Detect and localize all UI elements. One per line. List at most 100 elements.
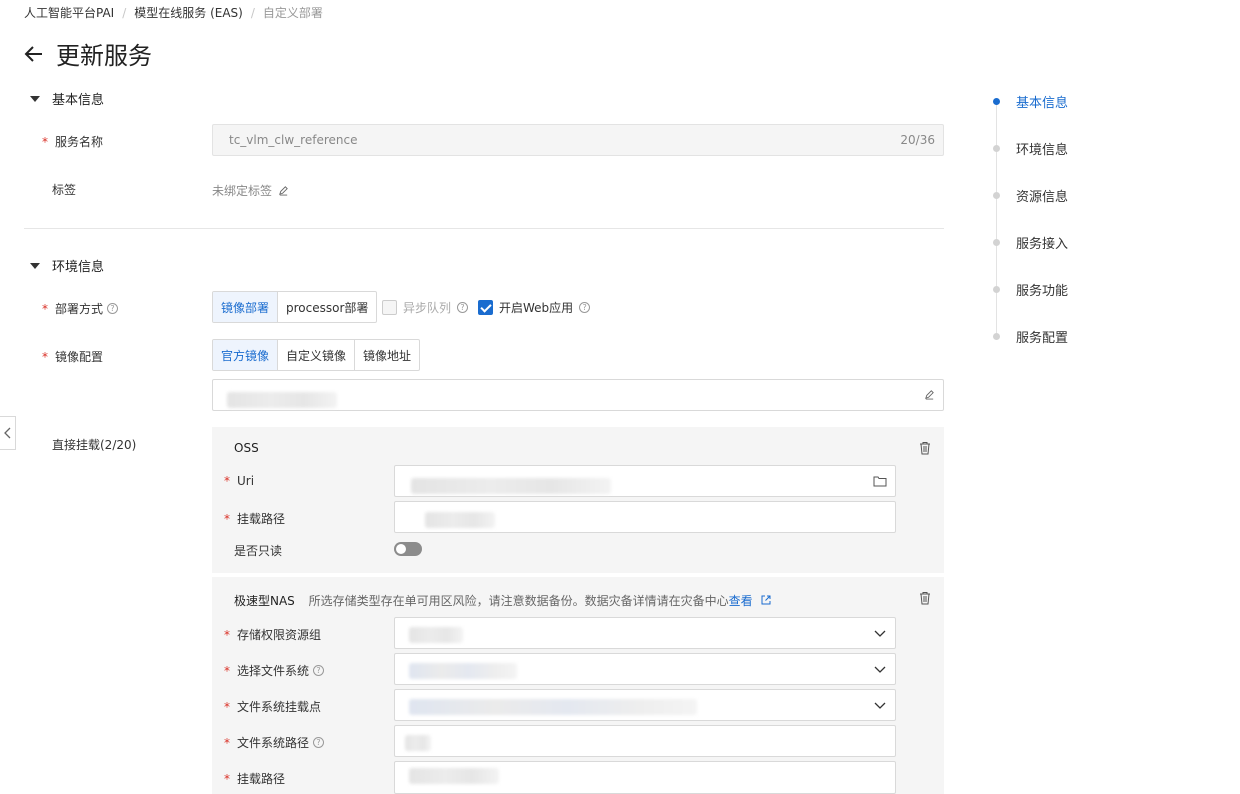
nas-mount-point-label-text: 文件系统挂载点	[237, 700, 322, 714]
nas-fs-path-label-text: 文件系统路径	[237, 736, 310, 750]
nas-view-link[interactable]: 查看	[729, 594, 753, 608]
folder-icon[interactable]	[873, 474, 887, 488]
breadcrumb-item-current: 自定义部署	[262, 6, 323, 20]
anchor-resource[interactable]: 资源信息	[990, 186, 1068, 205]
nas-fs-label: * 选择文件系统 ?	[224, 662, 325, 679]
oss-uri-input[interactable]	[394, 465, 896, 497]
deploy-option-processor[interactable]: processor部署	[278, 292, 376, 322]
async-queue-checkbox[interactable]: 异步队列 ?	[382, 299, 469, 316]
redacted-value	[409, 699, 697, 715]
help-icon[interactable]: ?	[313, 737, 325, 748]
redacted-value	[425, 512, 495, 528]
oss-uri-label-text: Uri	[237, 474, 255, 488]
chevron-down-icon	[874, 702, 886, 709]
nas-perm-group-label-text: 存储权限资源组	[237, 628, 322, 642]
breadcrumb-separator: /	[122, 5, 127, 20]
nas-mount-path-label: * 挂载路径	[224, 770, 285, 787]
anchor-dot	[993, 98, 1000, 105]
oss-mount-path-label-text: 挂载路径	[237, 512, 286, 526]
mount-label: 直接挂载(2/20)	[52, 438, 137, 452]
anchor-dot	[993, 192, 1000, 199]
anchor-access[interactable]: 服务接入	[990, 233, 1068, 252]
nas-fs-label-text: 选择文件系统	[237, 664, 310, 678]
redacted-value	[405, 735, 431, 751]
anchor-env[interactable]: 环境信息	[990, 139, 1068, 158]
anchor-nav-line	[996, 100, 997, 336]
nas-perm-group-select[interactable]	[394, 617, 896, 649]
section-env-title: 环境信息	[52, 260, 105, 275]
deploy-method-label-text: 部署方式	[55, 302, 104, 316]
nas-mount-point-select[interactable]	[394, 689, 896, 721]
required-mark: *	[224, 474, 230, 488]
required-mark: *	[224, 663, 230, 678]
anchor-label: 资源信息	[1016, 190, 1069, 205]
breadcrumb-item-eas[interactable]: 模型在线服务 (EAS)	[134, 4, 243, 21]
help-icon[interactable]: ?	[107, 303, 119, 314]
required-mark: *	[224, 735, 230, 750]
service-name-input: tc_vlm_clw_reference 20/36	[212, 124, 944, 156]
oss-mount-path-input[interactable]	[394, 501, 896, 533]
help-icon[interactable]: ?	[457, 302, 469, 313]
image-option-official[interactable]: 官方镜像	[213, 340, 279, 370]
required-mark: *	[42, 134, 48, 149]
tags-value-text: 未绑定标签	[212, 184, 273, 198]
image-config-label-text: 镜像配置	[55, 350, 104, 364]
image-option-address[interactable]: 镜像地址	[355, 340, 419, 370]
image-config-label: * 镜像配置	[42, 348, 103, 365]
anchor-config[interactable]: 服务配置	[990, 327, 1068, 346]
oss-readonly-switch[interactable]	[394, 542, 422, 556]
nas-fs-select[interactable]	[394, 653, 896, 685]
image-option-custom[interactable]: 自定义镜像	[278, 340, 356, 370]
required-mark: *	[224, 627, 230, 642]
collapse-panel-tab[interactable]	[0, 416, 16, 450]
oss-mount-panel: OSS * Uri * 挂载路径 是否只读	[212, 427, 944, 573]
anchor-features[interactable]: 服务功能	[990, 280, 1068, 299]
service-name-label: * 服务名称	[42, 133, 103, 150]
required-mark: *	[224, 699, 230, 714]
deploy-option-image[interactable]: 镜像部署	[213, 292, 279, 322]
checkbox-checked	[478, 300, 493, 315]
redacted-value	[409, 768, 499, 784]
nas-fs-path-label: * 文件系统路径 ?	[224, 734, 325, 751]
trash-icon[interactable]	[918, 591, 932, 605]
anchor-dot	[993, 239, 1000, 246]
nas-risk-note: 所选存储类型存在单可用区风险，请注意数据备份。数据灾备详情请在灾备中心	[308, 594, 729, 608]
title-row: 更新服务	[22, 36, 152, 71]
image-select-input[interactable]	[212, 379, 944, 411]
required-mark: *	[224, 771, 230, 786]
nas-panel-title: 极速型NAS	[234, 594, 295, 608]
anchor-label: 服务接入	[1016, 237, 1069, 252]
section-basic-header[interactable]: 基本信息	[30, 89, 104, 108]
section-divider	[24, 228, 944, 229]
anchor-dot	[993, 145, 1000, 152]
service-name-label-text: 服务名称	[55, 135, 104, 149]
section-env-header[interactable]: 环境信息	[30, 256, 104, 275]
web-app-label: 开启Web应用	[499, 301, 574, 315]
anchor-basic[interactable]: 基本信息	[990, 92, 1068, 111]
edit-icon[interactable]	[278, 185, 289, 196]
async-queue-label: 异步队列	[403, 301, 452, 315]
redacted-value	[409, 663, 517, 679]
anchor-dot	[993, 333, 1000, 340]
trash-icon[interactable]	[918, 441, 932, 455]
anchor-dot	[993, 286, 1000, 293]
edit-icon[interactable]	[924, 389, 935, 400]
breadcrumb-separator: /	[250, 5, 255, 20]
nas-mount-path-input[interactable]	[394, 761, 896, 794]
anchor-label: 服务配置	[1016, 331, 1069, 346]
anchor-label: 环境信息	[1016, 143, 1069, 158]
nas-fs-path-input[interactable]	[394, 725, 896, 757]
help-icon[interactable]: ?	[579, 302, 591, 313]
external-link-icon[interactable]	[761, 595, 771, 605]
oss-uri-label: * Uri	[224, 474, 254, 488]
tags-value: 未绑定标签	[212, 182, 289, 199]
redacted-value	[409, 627, 463, 643]
nas-perm-group-label: * 存储权限资源组	[224, 626, 321, 643]
help-icon[interactable]: ?	[313, 665, 325, 676]
anchor-label: 基本信息	[1016, 96, 1069, 111]
caret-down-icon	[30, 262, 40, 269]
back-arrow-icon[interactable]	[22, 42, 46, 66]
redacted-value	[411, 478, 611, 494]
breadcrumb-item-pai[interactable]: 人工智能平台PAI	[24, 4, 114, 21]
web-app-checkbox[interactable]: 开启Web应用 ?	[478, 299, 591, 316]
